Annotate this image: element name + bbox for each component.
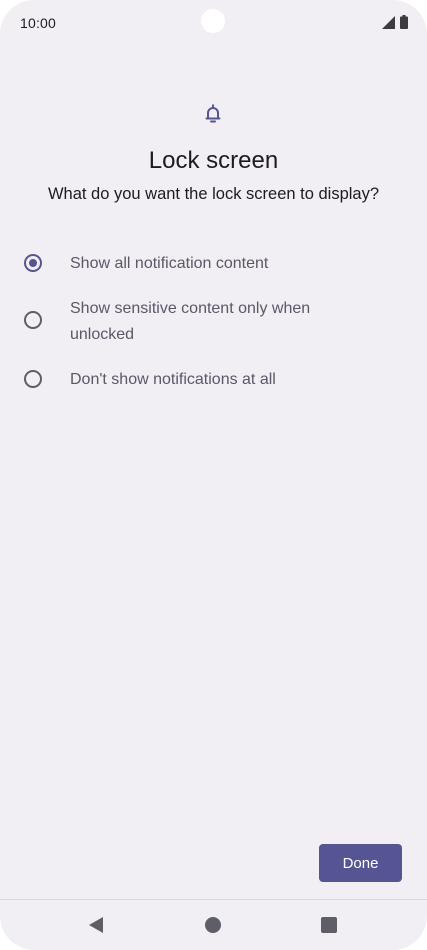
- radio-label: Show all notification content: [70, 255, 269, 272]
- page-title: Lock screen: [148, 147, 279, 174]
- bell-icon: [201, 102, 225, 126]
- page-subtitle: What do you want the lock screen to disp…: [47, 185, 380, 203]
- status-bar: 10:00: [0, 0, 427, 44]
- radio-button[interactable]: [24, 311, 42, 329]
- status-icons: [382, 15, 408, 29]
- status-time: 10:00: [20, 15, 57, 31]
- home-icon[interactable]: [204, 916, 222, 934]
- radio-button[interactable]: [24, 370, 42, 388]
- back-icon[interactable]: [87, 916, 105, 934]
- done-button[interactable]: Done: [319, 844, 402, 882]
- signal-icon: [382, 15, 395, 29]
- radio-label: Show sensitive content only when unlocke…: [70, 300, 311, 343]
- battery-icon: [400, 15, 408, 29]
- camera-cutout: [201, 9, 225, 33]
- navigation-bar: [0, 899, 427, 950]
- phone-screen: 10:00 Lock screen What do you want the l…: [0, 0, 427, 950]
- radio-label: Don't show notifications at all: [70, 371, 276, 388]
- radio-button-selected[interactable]: [24, 254, 42, 272]
- recents-icon[interactable]: [320, 916, 338, 934]
